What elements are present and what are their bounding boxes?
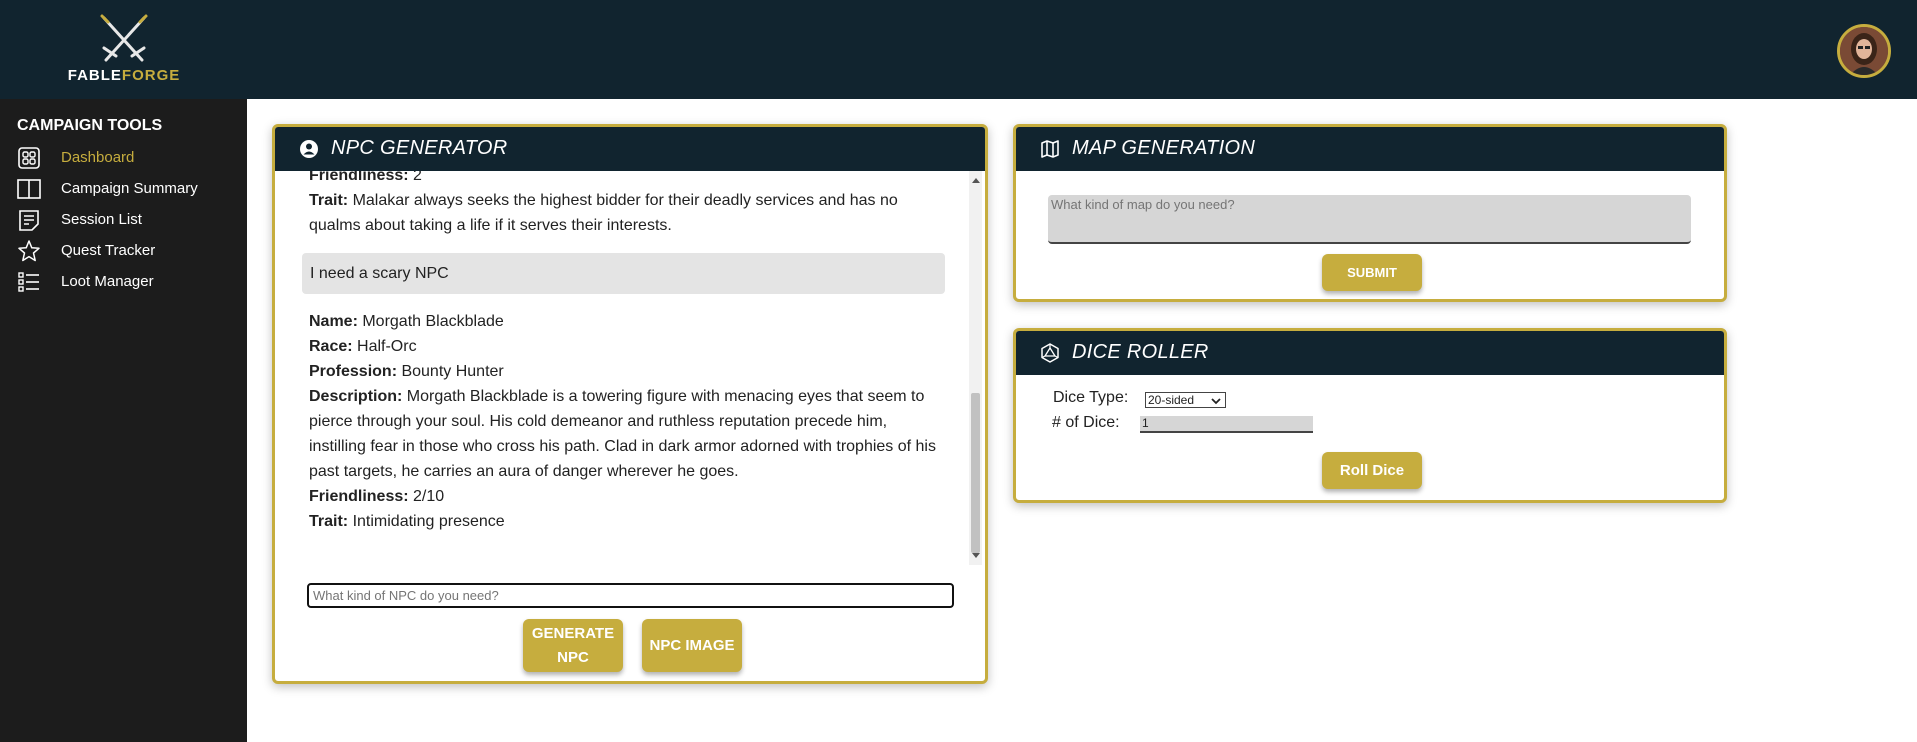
- chat-scrollbar[interactable]: [969, 171, 982, 565]
- npc-generator-card: NPC GENERATOR Friendliness: 2 Trait: Mal…: [272, 124, 988, 684]
- map-prompt-input[interactable]: [1048, 195, 1691, 244]
- sidebar-item-label: Loot Manager: [61, 273, 154, 290]
- generate-npc-label-line2: NPC: [557, 648, 589, 666]
- map-icon: [1041, 140, 1059, 158]
- sidebar-title: CAMPAIGN TOOLS: [17, 117, 163, 134]
- dice-roller-header: DICE ROLLER: [1016, 331, 1724, 375]
- npc-trait: Trait: Intimidating presence: [309, 513, 505, 530]
- dashboard-grid-icon: [18, 147, 40, 169]
- sidebar-item-loot-manager[interactable]: Loot Manager: [17, 269, 242, 295]
- map-generation-title: MAP GENERATION: [1072, 137, 1256, 159]
- sidebar-item-quest-tracker[interactable]: Quest Tracker: [17, 238, 242, 264]
- sidebar: CAMPAIGN TOOLS Dashboard Campaign Summar…: [0, 99, 247, 742]
- crossed-swords-icon: [100, 14, 148, 62]
- list-document-icon: [19, 210, 39, 231]
- sidebar-item-label: Campaign Summary: [61, 180, 198, 197]
- generate-npc-button[interactable]: GENERATE NPC: [523, 619, 623, 672]
- dice-roller-title: DICE ROLLER: [1072, 341, 1209, 363]
- npc-prompt-input[interactable]: [307, 583, 954, 608]
- dice-type-select[interactable]: 20-sided: [1145, 392, 1226, 408]
- npc-friendliness: Friendliness: 2/10: [309, 488, 445, 505]
- sidebar-item-campaign-summary[interactable]: Campaign Summary: [17, 176, 242, 202]
- npc-description: Description: Morgath Blackblade is a tow…: [309, 388, 936, 480]
- previous-npc-trait: Trait: Malakar always seeks the highest …: [309, 192, 898, 234]
- npc-race: Race: Half-Orc: [309, 338, 417, 355]
- user-avatar[interactable]: [1837, 24, 1891, 78]
- user-message: I need a scary NPC: [302, 253, 945, 294]
- top-bar: FABLEFORGE: [0, 0, 1917, 99]
- sidebar-item-session-list[interactable]: Session List: [17, 207, 242, 233]
- dice-type-value: 20-sided: [1148, 393, 1195, 407]
- logo-wordmark: FABLEFORGE: [62, 67, 186, 84]
- sidebar-item-label: Dashboard: [61, 149, 135, 166]
- logo-text-fable: FABLE: [67, 67, 122, 84]
- chevron-down-icon: [1211, 398, 1221, 405]
- generate-npc-label-line1: GENERATE: [531, 624, 615, 642]
- user-circle-icon: [300, 140, 318, 158]
- checklist-icon: [18, 272, 39, 292]
- scrollbar-thumb[interactable]: [971, 393, 980, 553]
- npc-profession: Profession: Bounty Hunter: [309, 363, 504, 380]
- d20-icon: [1041, 343, 1059, 363]
- npc-generator-header: NPC GENERATOR: [275, 127, 985, 171]
- sidebar-item-label: Session List: [61, 211, 142, 228]
- sidebar-item-dashboard[interactable]: Dashboard: [17, 145, 242, 171]
- npc-name: Name: Morgath Blackblade: [309, 313, 504, 330]
- num-dice-label: # of Dice:: [1052, 414, 1120, 431]
- roll-dice-button[interactable]: Roll Dice: [1322, 452, 1422, 489]
- dice-roller-card: DICE ROLLER Dice Type: 20-sided # of Dic…: [1013, 328, 1727, 503]
- scroll-down-arrow-icon[interactable]: [972, 553, 980, 558]
- npc-chat-history[interactable]: Friendliness: 2 Trait: Malakar always se…: [275, 171, 982, 565]
- map-submit-button[interactable]: SUBMIT: [1322, 254, 1422, 291]
- map-generation-header: MAP GENERATION: [1016, 127, 1724, 171]
- scroll-up-arrow-icon[interactable]: [972, 178, 980, 183]
- npc-image-button[interactable]: NPC IMAGE: [642, 619, 742, 672]
- dice-type-label: Dice Type:: [1053, 389, 1129, 406]
- book-open-icon: [17, 179, 41, 199]
- app-logo[interactable]: FABLEFORGE: [62, 12, 186, 86]
- previous-npc-friendliness: Friendliness: 2: [309, 171, 422, 184]
- logo-text-forge: FORGE: [121, 67, 181, 84]
- npc-generator-title: NPC GENERATOR: [331, 137, 508, 159]
- star-icon: [18, 240, 40, 262]
- num-dice-input[interactable]: 1: [1140, 416, 1313, 433]
- sidebar-item-label: Quest Tracker: [61, 242, 156, 259]
- avatar-portrait: [1840, 27, 1888, 75]
- map-generation-card: MAP GENERATION SUBMIT: [1013, 124, 1727, 302]
